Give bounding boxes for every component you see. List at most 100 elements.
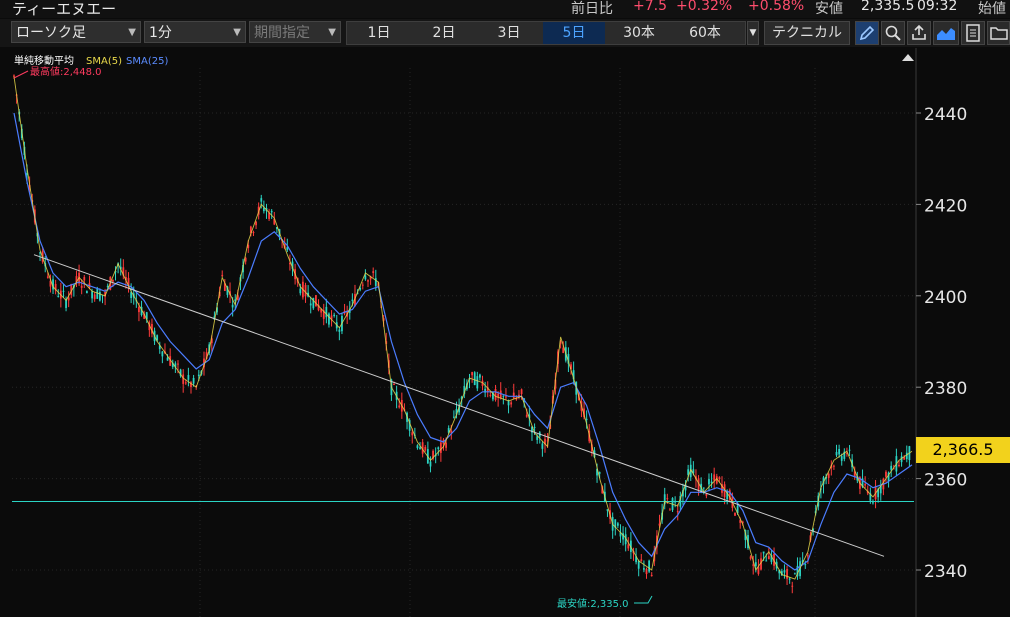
area-chart-button[interactable] xyxy=(933,21,959,45)
period-60bars-button[interactable]: 60本 xyxy=(673,22,737,44)
candle-body xyxy=(437,447,440,450)
candle-body xyxy=(187,374,190,380)
candle-body xyxy=(85,291,88,294)
candle-body xyxy=(309,303,312,306)
period-buttons: 1日 2日 3日 5日 30本 60本 xyxy=(346,21,746,45)
candle-body xyxy=(840,456,843,461)
candle-body xyxy=(304,284,307,297)
candle-body xyxy=(705,494,708,496)
candle-body xyxy=(835,451,838,456)
prev-close-label: 前日比 xyxy=(571,1,613,17)
candle-body xyxy=(713,474,716,481)
chevron-down-icon: ▼ xyxy=(233,27,241,38)
candle-body xyxy=(541,443,544,449)
candle-body xyxy=(221,274,224,277)
candle-body xyxy=(833,465,835,467)
candle-body xyxy=(806,555,809,557)
date-range-select[interactable]: 期間指定 ▼ xyxy=(249,21,341,43)
candle-body xyxy=(890,465,893,470)
candle-body xyxy=(184,382,187,384)
high-price-label: 最高値:2,448.0 xyxy=(30,65,102,78)
chevron-down-icon: ▼ xyxy=(749,28,757,38)
technical-button[interactable]: テクニカル xyxy=(764,21,850,45)
candle-body xyxy=(351,299,354,301)
candle-body xyxy=(260,198,263,202)
draw-button[interactable] xyxy=(855,21,879,45)
candle-body xyxy=(898,464,900,467)
candle-body xyxy=(252,232,255,234)
candle-body xyxy=(398,405,401,408)
candle-body xyxy=(499,390,502,399)
price-tick-label: 2360 xyxy=(924,471,967,491)
price-tick-label: 2440 xyxy=(924,105,967,125)
candle-body xyxy=(315,295,317,307)
candle-body xyxy=(905,452,908,460)
export-button[interactable] xyxy=(907,21,931,45)
period-2d-button[interactable]: 2日 xyxy=(411,22,477,44)
candle-body xyxy=(525,414,528,417)
candle-body xyxy=(734,512,736,516)
memo-icon xyxy=(966,24,980,42)
area-chart-icon xyxy=(937,28,955,40)
candle-body xyxy=(783,570,786,573)
candle-body xyxy=(393,384,395,386)
candle-body xyxy=(411,432,414,436)
price-chart[interactable]: 2440 2420 2400 2380 2360 2340 単純移動平均 SMA(5) S… xyxy=(0,48,1010,617)
candle-body xyxy=(765,560,768,562)
candle-body xyxy=(885,471,887,477)
candle-body xyxy=(669,509,671,511)
zoom-button[interactable] xyxy=(881,21,905,45)
candle-body xyxy=(767,556,770,560)
candle-body xyxy=(666,498,669,500)
candle-body xyxy=(62,290,65,292)
low-price-label: 最安値:2,335.0 xyxy=(557,597,629,610)
candle-body xyxy=(367,280,369,282)
folder-button[interactable] xyxy=(987,21,1010,45)
candle-body xyxy=(83,277,86,281)
candle-body xyxy=(429,461,432,467)
candle-body xyxy=(494,388,497,400)
candle-body xyxy=(718,477,721,480)
sma5-legend: SMA(5) xyxy=(86,56,122,67)
candle-body xyxy=(479,374,481,378)
candle-body xyxy=(419,447,421,450)
chevron-down-icon: ▼ xyxy=(128,27,136,38)
candle-body xyxy=(872,502,874,504)
candle-body xyxy=(255,221,257,226)
candle-body xyxy=(598,472,601,474)
low-value: 2,335.5 xyxy=(861,0,915,14)
period-30bars-button[interactable]: 30本 xyxy=(607,22,671,44)
quote-time: 09:32 xyxy=(917,0,958,14)
candle-body xyxy=(749,556,752,559)
candle-body xyxy=(650,574,653,577)
candle-body xyxy=(710,481,713,483)
candle-body xyxy=(192,377,195,384)
candle-body xyxy=(533,426,536,428)
price-tick-label: 2380 xyxy=(924,379,967,399)
candle-body xyxy=(788,578,791,580)
candle-body xyxy=(138,307,140,313)
candle-body xyxy=(372,271,375,273)
candle-body xyxy=(439,442,442,453)
price-tick-label: 2420 xyxy=(924,196,967,216)
quote-bar: ティーエヌエー 前日比 +7.5 +0.32% +0.58% 安値 2,335.… xyxy=(0,0,1010,18)
change-percent: +0.32% xyxy=(676,0,733,14)
period-5d-button[interactable]: 5日 xyxy=(543,22,605,44)
candle-body xyxy=(640,559,643,562)
candle-body xyxy=(786,569,788,579)
candle-body xyxy=(338,329,341,332)
period-more-dropdown[interactable]: ▼ xyxy=(747,21,759,45)
memo-button[interactable] xyxy=(961,21,985,45)
candle-body xyxy=(848,449,851,451)
chevron-down-icon: ▼ xyxy=(328,27,336,38)
chart-type-select[interactable]: ローソク足 ▼ xyxy=(11,21,141,43)
candle-body xyxy=(270,210,273,213)
current-price-tag: 2,366.5 xyxy=(916,437,1010,463)
period-3d-button[interactable]: 3日 xyxy=(477,22,541,44)
period-1d-button[interactable]: 1日 xyxy=(347,22,411,44)
interval-select[interactable]: 1分 ▼ xyxy=(144,21,246,43)
candle-body xyxy=(762,551,765,554)
candle-body xyxy=(67,297,70,301)
folder-icon xyxy=(989,27,1008,40)
candle-body xyxy=(471,372,474,376)
